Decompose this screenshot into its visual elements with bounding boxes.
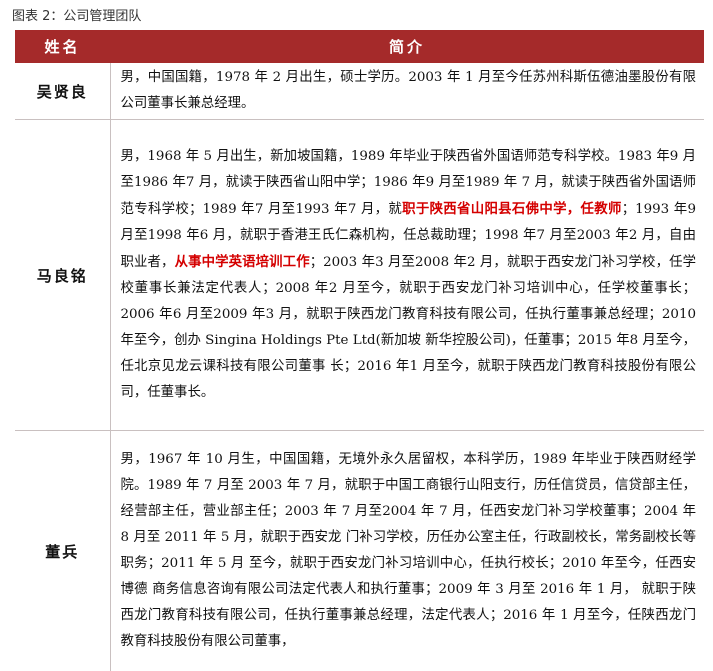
person-name: 吴贤良 [15,63,110,120]
table-row: 吴贤良 男，中国国籍，1978 年 2 月出生，硕士学历。2003 年 1 月至… [15,63,704,120]
intro-text: ；2003 年3 月至2008 年2 月，就职于西安龙门补习学校，任学校董事长兼… [121,255,697,400]
table-header-row: 姓名 简介 [15,30,704,63]
table-row: 董兵 男，1967 年 10 月生，中国国籍，无境外永久居留权，本科学历，198… [15,431,704,671]
person-intro: 男，1968 年 5 月出生，新加坡国籍，1989 年毕业于陕西省外国语师范专科… [110,120,704,431]
person-name: 董兵 [15,431,110,671]
person-intro: 男，1967 年 10 月生，中国国籍，无境外永久居留权，本科学历，1989 年… [110,431,704,671]
highlighted-text: 从事中学英语培训工作 [175,254,310,270]
person-intro: 男，中国国籍，1978 年 2 月出生，硕士学历。2003 年 1 月至今任苏州… [110,63,704,120]
table-row: 马良铭 男，1968 年 5 月出生，新加坡国籍，1989 年毕业于陕西省外国语… [15,120,704,431]
highlighted-text: 职于陕西省山阳县石佛中学，任教师 [402,201,622,217]
intro-text: 男，中国国籍，1978 年 2 月出生，硕士学历。2003 年 1 月至今任苏州… [121,70,697,111]
header-name: 姓名 [15,30,110,63]
person-name: 马良铭 [15,120,110,431]
header-intro: 简介 [110,30,704,63]
figure-caption: 图表 2：公司管理团队 [12,5,141,24]
intro-text: 男，1967 年 10 月生，中国国籍，无境外永久居留权，本科学历，1989 年… [121,452,697,649]
management-team-table: 姓名 简介 吴贤良 男，中国国籍，1978 年 2 月出生，硕士学历。2003 … [15,30,704,671]
